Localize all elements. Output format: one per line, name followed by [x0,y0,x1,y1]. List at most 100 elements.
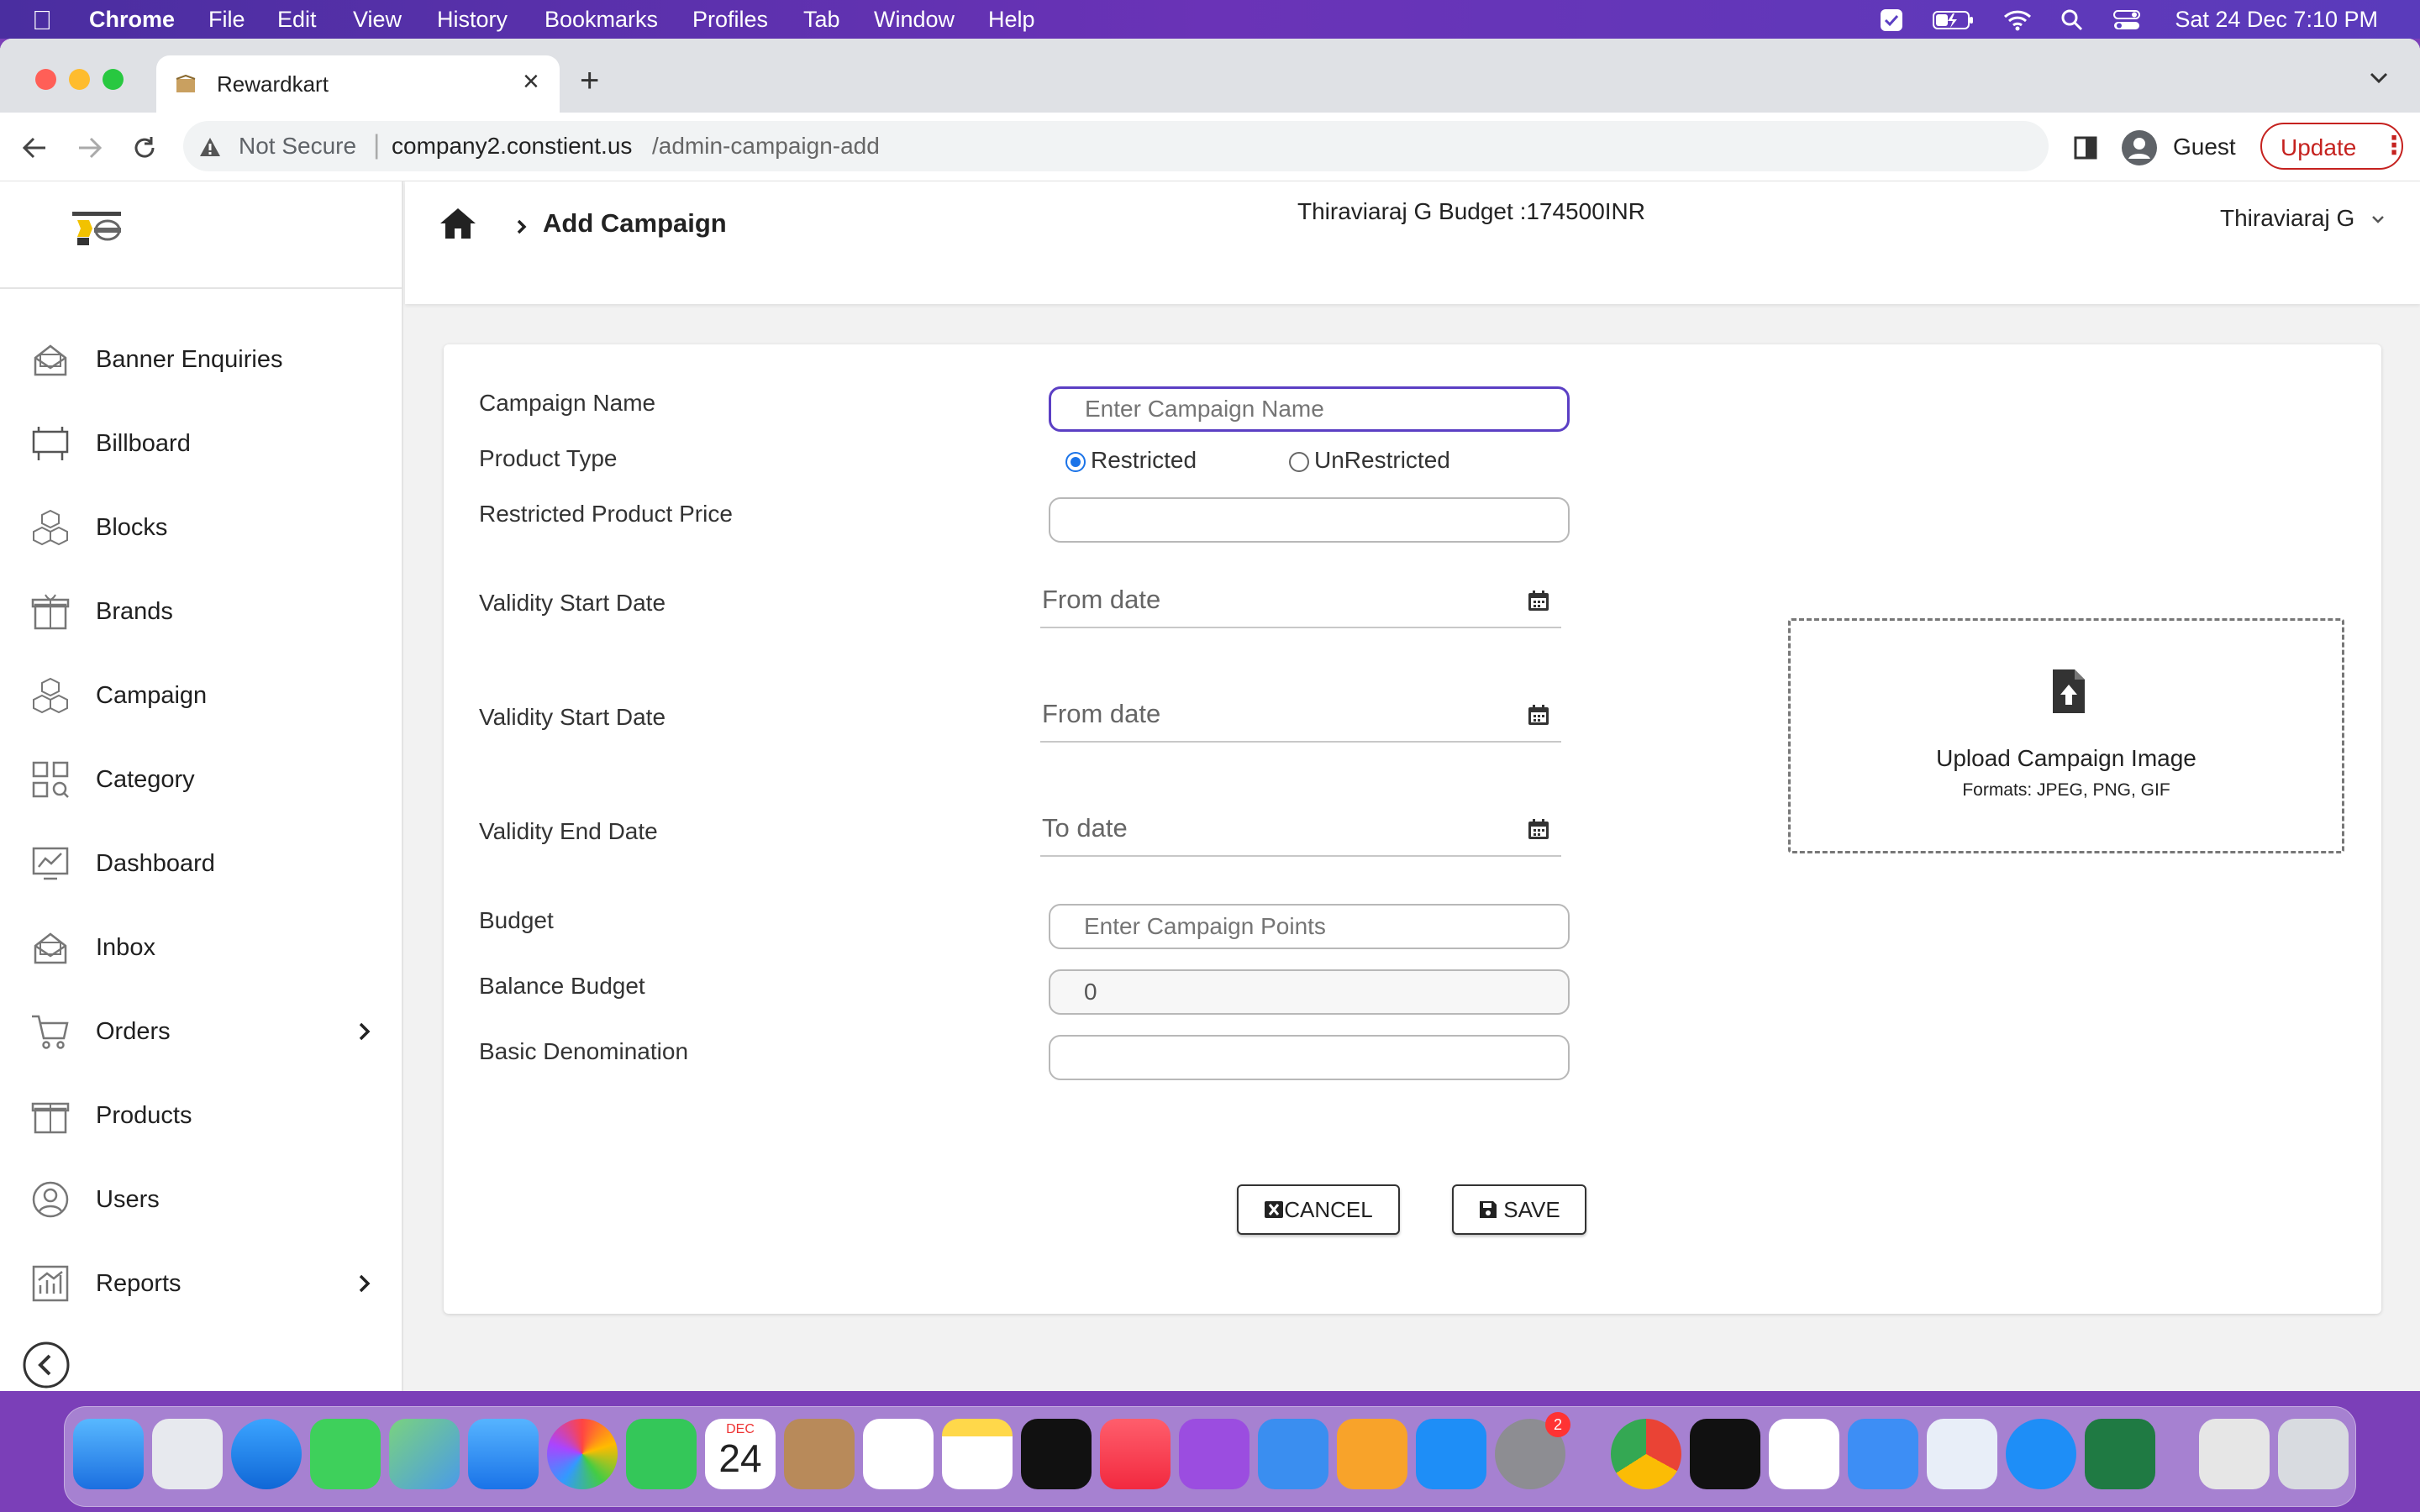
browser-tab[interactable]: Rewardkart × [156,55,560,113]
sidebar-item-dashboard[interactable]: Dashboard [0,830,403,897]
chrome-icon[interactable] [1611,1419,1681,1489]
keynote-icon[interactable] [1258,1419,1328,1489]
budget-input[interactable] [1049,904,1570,949]
unrestricted-label[interactable]: UnRestricted [1314,447,1450,474]
side-panel-icon[interactable] [2074,136,2097,160]
excel-icon[interactable] [2085,1419,2155,1489]
menu-app-name[interactable]: Chrome [89,7,175,33]
back-icon[interactable] [22,136,47,160]
maps-icon[interactable] [389,1419,460,1489]
apple-tv-icon[interactable] [1021,1419,1092,1489]
cancel-button[interactable]: CANCEL [1237,1184,1400,1235]
close-window-button[interactable] [35,69,56,90]
calendar-icon[interactable] [1528,818,1549,840]
contacts-icon[interactable] [784,1419,855,1489]
menu-tab[interactable]: Tab [803,7,840,33]
menu-bookmarks[interactable]: Bookmarks [544,7,658,33]
profile-button[interactable]: Guest [2118,121,2244,173]
transmit-icon[interactable] [1927,1419,1997,1489]
minimize-window-button[interactable] [69,69,90,90]
control-center-icon[interactable] [2112,8,2146,32]
skype-icon[interactable] [2006,1419,2076,1489]
url-path[interactable]: /admin-campaign-add [652,133,880,160]
podcasts-icon[interactable] [1179,1419,1249,1489]
upload-dropzone[interactable]: Upload Campaign Image Formats: JPEG, PNG… [1788,618,2344,853]
user-menu[interactable]: Thiraviaraj G [2220,200,2388,237]
sidebar-item-billboard[interactable]: Billboard [0,410,403,477]
pdf-document-icon[interactable] [2199,1419,2270,1489]
validity-start-date-field[interactable]: From date [1040,578,1561,628]
sidebar-item-brands[interactable]: Brands [0,578,403,645]
instruments-icon[interactable] [1769,1419,1839,1489]
terminal-icon[interactable] [1690,1419,1760,1489]
music-icon[interactable] [1100,1419,1171,1489]
sidebar-item-category[interactable]: Category [0,746,403,813]
clock[interactable]: Sat 24 Dec 7:10 PM [2175,7,2378,33]
tab-close-icon[interactable]: × [523,66,539,98]
update-button[interactable]: Update ⋮ [2260,123,2407,170]
wifi-icon[interactable] [2003,9,2032,31]
tab-search-chevron-icon[interactable] [2370,72,2388,84]
more-menu-icon[interactable]: ⋮ [2381,131,2407,160]
reminders-icon[interactable] [863,1419,934,1489]
safari-icon[interactable] [231,1419,302,1489]
campaign-name-input[interactable] [1049,386,1570,432]
sidebar-item-blocks[interactable]: Blocks [0,494,403,561]
system-preferences-icon[interactable]: 2 [1495,1412,1570,1489]
basic-denomination-input[interactable] [1049,1035,1570,1080]
calendar-icon[interactable] [1528,704,1549,726]
upload-formats: Formats: JPEG, PNG, GIF [1962,780,2170,800]
zoom-window-button[interactable] [103,69,124,90]
security-label[interactable]: Not Secure [239,133,356,160]
sidebar-item-inbox[interactable]: Inbox [0,914,403,981]
url-host[interactable]: company2.constient.us [392,133,632,160]
restricted-price-input[interactable] [1049,497,1570,543]
sidebar-item-reports[interactable]: Reports [0,1250,403,1317]
forward-icon[interactable] [77,136,103,160]
restricted-radio[interactable] [1065,452,1086,472]
menu-history[interactable]: History [437,7,508,33]
menu-edit[interactable]: Edit [277,7,317,33]
save-button[interactable]: SAVE [1452,1184,1586,1235]
sidebar-item-users[interactable]: Users [0,1166,403,1233]
warning-icon[interactable] [198,136,222,158]
sidebar-item-campaign[interactable]: Campaign [0,662,403,729]
trash-icon[interactable] [2278,1419,2349,1489]
reload-icon[interactable] [131,134,158,161]
battery-icon[interactable] [1933,9,1975,31]
validity-end-date-field[interactable]: To date [1040,806,1561,857]
sidebar-item-banner-enquiries[interactable]: Banner Enquiries [0,326,403,393]
home-icon[interactable] [439,207,477,240]
app-store-icon[interactable] [1416,1419,1486,1489]
xcode-icon[interactable] [1848,1419,1918,1489]
chevron-right-icon[interactable] [358,1021,371,1042]
calendar-app-icon[interactable]: DEC 24 [705,1419,776,1489]
sidebar-item-orders[interactable]: Orders [0,998,403,1065]
menu-window[interactable]: Window [874,7,955,33]
menu-help[interactable]: Help [988,7,1035,33]
apple-icon[interactable]:  [32,5,52,36]
validity-start-date-field-2[interactable]: From date [1040,692,1561,743]
facetime-icon[interactable] [626,1419,697,1489]
menu-file[interactable]: File [208,7,245,33]
restricted-label[interactable]: Restricted [1091,447,1197,474]
launchpad-icon[interactable] [152,1419,223,1489]
chevron-right-icon[interactable] [358,1273,371,1294]
status-check-icon[interactable] [1879,8,1904,33]
new-tab-icon[interactable]: + [580,62,599,100]
unrestricted-radio[interactable] [1289,452,1309,472]
finder-icon[interactable] [73,1419,144,1489]
pages-icon[interactable] [1337,1419,1407,1489]
menu-view[interactable]: View [353,7,402,33]
messages-icon[interactable] [310,1419,381,1489]
sidebar-item-products[interactable]: Products [0,1082,403,1149]
spotlight-search-icon[interactable] [2060,8,2084,32]
menu-profiles[interactable]: Profiles [692,7,768,33]
notes-icon[interactable] [942,1419,1013,1489]
photos-icon[interactable] [547,1419,618,1489]
collapse-sidebar-icon[interactable] [22,1341,71,1389]
address-bar[interactable]: Not Secure | company2.constient.us /admi… [183,121,2049,171]
mail-icon[interactable] [468,1419,539,1489]
calendar-icon[interactable] [1528,590,1549,612]
brand-logo[interactable] [69,210,124,249]
